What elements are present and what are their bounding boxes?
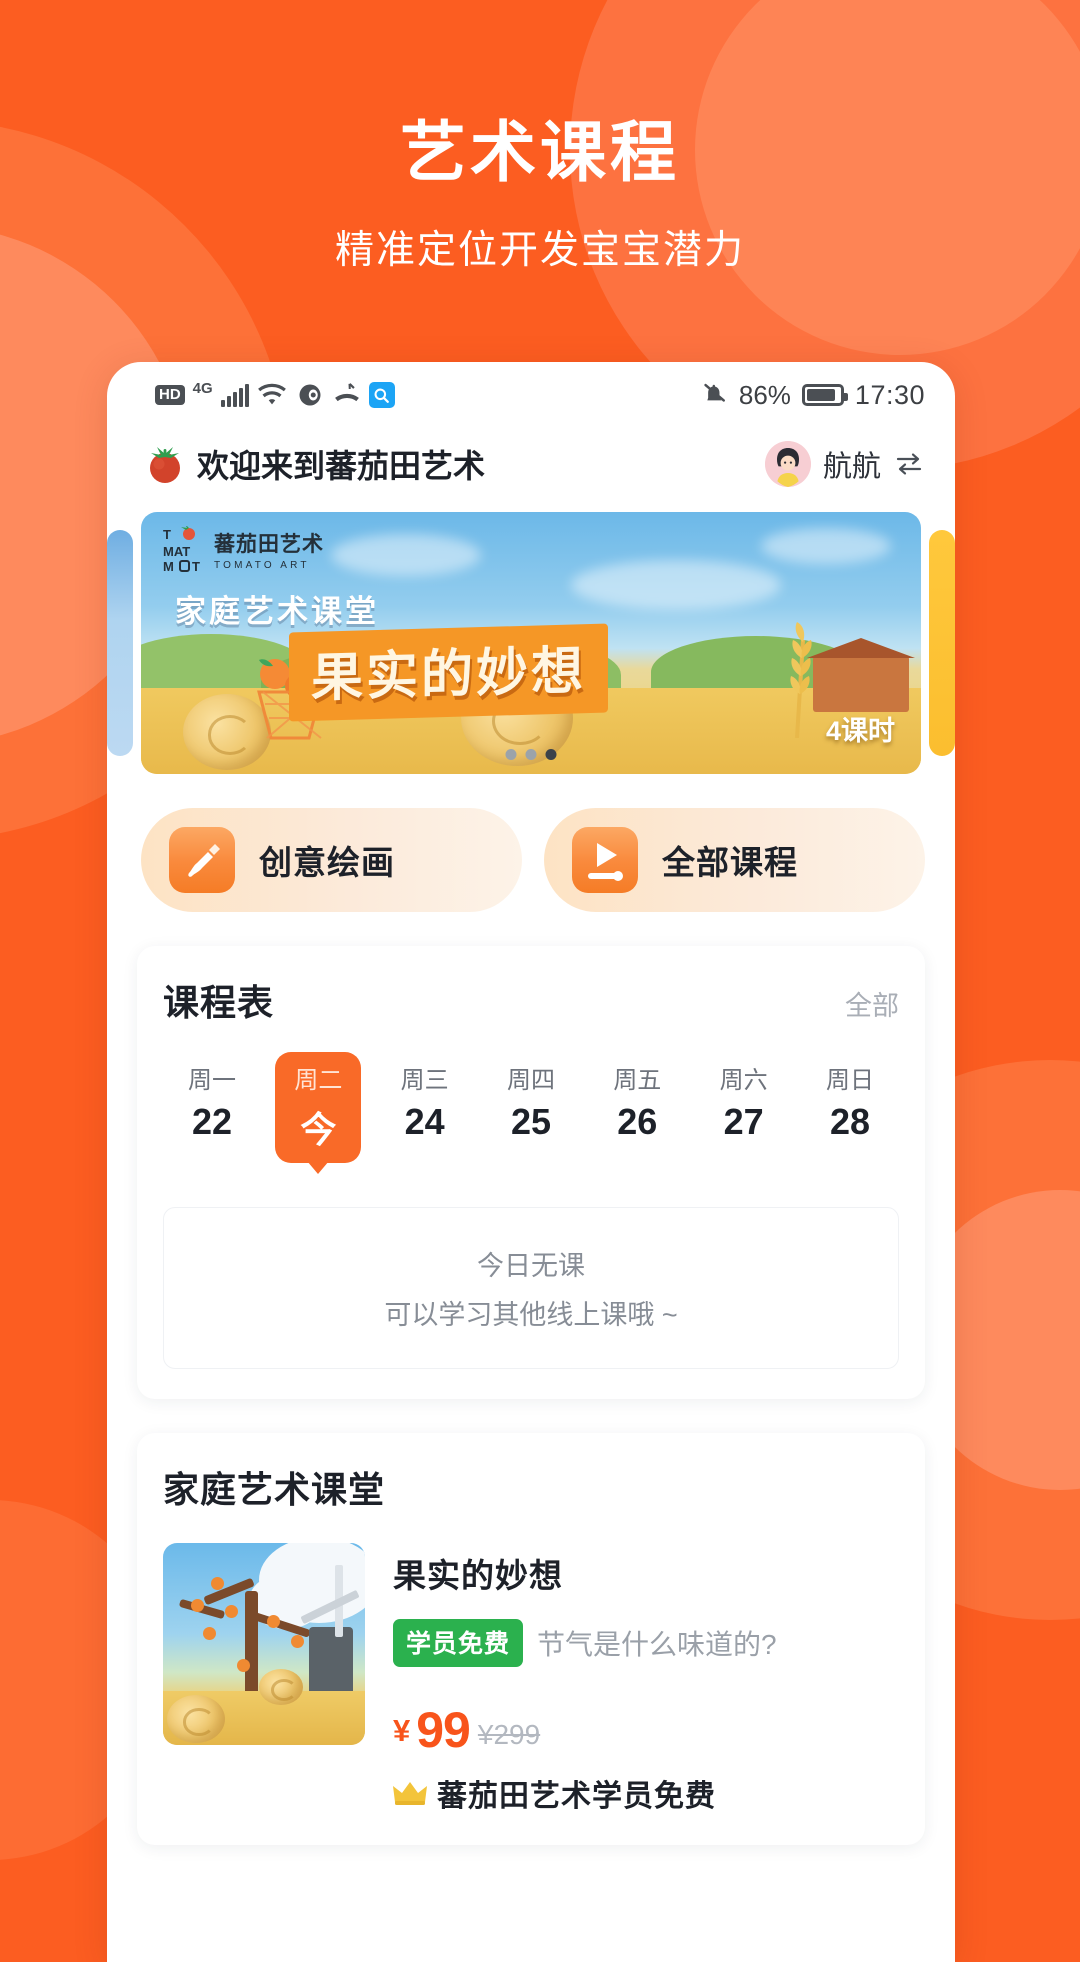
svg-text:T: T <box>192 559 200 572</box>
course-item[interactable]: 果实的妙想 学员免费 节气是什么味道的? ¥ 99 ¥299 蕃茄田艺术学员免费 <box>163 1543 899 1815</box>
hero-section: 艺术课程 精准定位开发宝宝潜力 <box>0 0 1080 275</box>
home-class-card: 家庭艺术课堂 果实的妙想 学员免费 节气是什么味道的? ¥ 99 ¥299 蕃茄… <box>137 1433 925 1845</box>
currency-symbol: ¥ <box>393 1713 411 1748</box>
vip-note: 蕃茄田艺术学员免费 <box>437 1780 716 1813</box>
schedule-card: 课程表 全部 周一 22 周二 今 周三 24 周四 25 周五 26 周六 2… <box>137 946 925 1399</box>
banner-carousel[interactable]: T MAT M T 蕃茄田艺术 TOMATO ART 家庭艺术课堂 果实的妙想 … <box>107 512 955 774</box>
vip-row: 蕃茄田艺术学员免费 <box>393 1771 899 1815</box>
wifi-icon <box>257 383 286 405</box>
carousel-dot-3[interactable] <box>545 749 557 760</box>
day-cell-tue[interactable]: 周二 今 <box>275 1052 362 1163</box>
phone-mockup: HD 4G 86% 17:30 欢迎来到蕃茄田艺术 航航 T MAT M T 蕃… <box>107 362 955 1962</box>
day-date: 25 <box>510 1101 551 1142</box>
day-weekday: 周四 <box>506 1067 555 1094</box>
empty-line-2: 可以学习其他线上课哦 ~ <box>384 1300 678 1330</box>
carousel-dots[interactable] <box>505 749 557 760</box>
banner-hours: 4课时 <box>825 716 895 746</box>
empty-line-1: 今日无课 <box>477 1251 585 1281</box>
course-price: 99 <box>416 1702 471 1758</box>
day-weekday: 周三 <box>400 1067 449 1094</box>
day-cell-thu[interactable]: 周四 25 <box>488 1052 574 1163</box>
quick-action-all-courses[interactable]: 全部课程 <box>544 808 925 912</box>
course-info: 果实的妙想 学员免费 节气是什么味道的? ¥ 99 ¥299 蕃茄田艺术学员免费 <box>393 1543 899 1815</box>
day-weekday: 周一 <box>188 1067 236 1094</box>
day-weekday: 周五 <box>613 1067 662 1094</box>
hero-subtitle: 精准定位开发宝宝潜力 <box>334 228 745 272</box>
day-date: 28 <box>829 1101 870 1142</box>
svg-text:MAT: MAT <box>163 544 190 559</box>
schedule-title: 课程表 <box>163 982 275 1023</box>
battery-icon <box>801 384 848 406</box>
status-right-icons: 86% 17:30 <box>702 380 925 411</box>
day-cell-wed[interactable]: 周三 24 <box>382 1052 468 1163</box>
app-header: 欢迎来到蕃茄田艺术 航航 <box>107 424 955 504</box>
svg-text:T: T <box>163 527 171 542</box>
day-date: 今 <box>300 1109 337 1150</box>
status-left-icons: HD 4G <box>155 379 395 408</box>
status-clock: 17:30 <box>854 379 925 410</box>
tomato-art-mark-icon: T MAT M T <box>163 526 200 572</box>
signal-4g-icon: 4G <box>192 379 213 397</box>
day-cell-mon[interactable]: 周一 22 <box>169 1052 255 1163</box>
quick-action-label: 全部课程 <box>662 844 798 881</box>
status-badge: 学员免费 <box>393 1619 524 1667</box>
tomato-icon <box>150 447 180 483</box>
brand-logo-en: TOMATO ART <box>214 559 310 571</box>
home-class-title: 家庭艺术课堂 <box>163 1469 386 1510</box>
brand-logo-cn: 蕃茄田艺术 <box>214 532 324 556</box>
paintbrush-icon <box>169 827 235 893</box>
day-date: 24 <box>404 1101 445 1142</box>
course-name: 果实的妙想 <box>393 1557 563 1594</box>
avatar[interactable] <box>764 441 811 487</box>
carousel-dot-2[interactable] <box>525 749 537 760</box>
banner-headline: 果实的妙想 <box>311 642 587 708</box>
day-cell-fri[interactable]: 周五 26 <box>594 1052 680 1163</box>
brand-logo: T MAT M T 蕃茄田艺术 TOMATO ART <box>163 526 324 572</box>
welcome-title: 欢迎来到蕃茄田艺术 <box>197 448 486 484</box>
day-date: 22 <box>191 1101 233 1142</box>
quick-actions: 创意绘画 全部课程 <box>107 774 955 912</box>
banner-prev-peek[interactable] <box>107 530 133 756</box>
persimmon-tree-thumb[interactable] <box>163 1543 365 1745</box>
schedule-empty-state: 今日无课 可以学习其他线上课哦 ~ <box>163 1207 899 1369</box>
quick-action-label: 创意绘画 <box>259 844 395 881</box>
quick-action-creative-painting[interactable]: 创意绘画 <box>141 808 522 912</box>
crown-icon <box>393 1782 427 1805</box>
mute-bell-icon <box>704 383 725 402</box>
day-cell-sun[interactable]: 周日 28 <box>807 1052 893 1163</box>
banner-next-peek[interactable] <box>929 530 955 756</box>
signal-bars-icon <box>220 383 249 407</box>
svg-text:M: M <box>163 559 174 572</box>
carousel-dot-1[interactable] <box>505 749 517 760</box>
day-weekday: 周六 <box>719 1067 768 1094</box>
hero-title: 艺术课程 <box>400 115 680 189</box>
banner-kicker: 家庭艺术课堂 <box>175 594 379 629</box>
banner-slide-active[interactable]: T MAT M T 蕃茄田艺术 TOMATO ART 家庭艺术课堂 果实的妙想 … <box>141 512 921 774</box>
banner-headline-plate: 果实的妙想 <box>289 623 609 722</box>
play-video-icon <box>572 827 638 893</box>
hd-icon: HD <box>155 385 185 405</box>
course-description: 节气是什么味道的? <box>537 1629 777 1660</box>
status-bar: HD 4G 86% 17:30 <box>107 362 955 424</box>
day-cell-sat[interactable]: 周六 27 <box>701 1052 787 1163</box>
schedule-view-all[interactable]: 全部 <box>845 984 899 1023</box>
price-row: ¥ 99 ¥299 <box>393 1705 899 1755</box>
course-original-price: ¥299 <box>477 1719 541 1750</box>
switch-account-icon[interactable] <box>893 448 925 480</box>
eye-icon <box>299 384 321 406</box>
day-weekday: 周二 <box>294 1067 343 1094</box>
missed-call-icon <box>334 383 359 402</box>
user-switcher[interactable]: 航航 <box>764 441 925 487</box>
battery-percent: 86% <box>738 379 791 410</box>
search-icon[interactable] <box>368 382 395 408</box>
home-class-header: 家庭艺术课堂 <box>163 1461 899 1513</box>
user-name: 航航 <box>822 451 881 483</box>
schedule-header: 课程表 全部 <box>163 974 899 1026</box>
course-meta-row: 学员免费 节气是什么味道的? <box>393 1619 899 1667</box>
week-strip: 周一 22 周二 今 周三 24 周四 25 周五 26 周六 27 周日 28 <box>163 1052 899 1163</box>
wheat-icon <box>790 622 812 738</box>
day-weekday: 周日 <box>825 1067 874 1094</box>
day-date: 27 <box>723 1101 764 1142</box>
day-date: 26 <box>617 1101 658 1142</box>
